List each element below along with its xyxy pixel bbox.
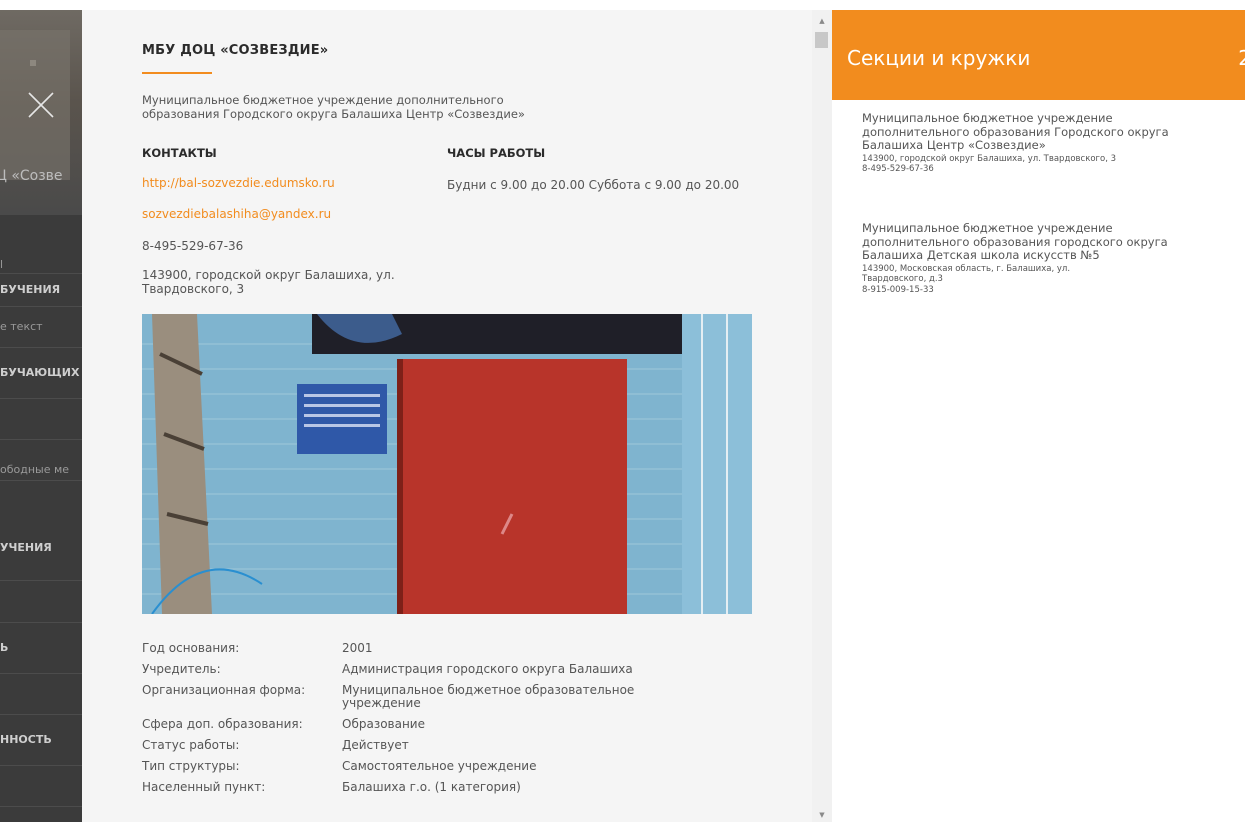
info-key: Тип структуры: <box>142 759 240 773</box>
info-value: Самостоятельное учреждение <box>342 759 537 773</box>
background-menu-item: Ь <box>0 623 82 674</box>
section-org-address: 143900, городской округ Балашиха, ул. Тв… <box>862 153 1117 164</box>
address-text: 143900, городской округ Балашиха, ул. Тв… <box>142 268 395 296</box>
phone-text: 8-495-529-67-36 <box>142 239 244 253</box>
info-row: Год основания: 2001 <box>142 642 762 655</box>
info-value: Администрация городского округа Балашиха <box>342 662 633 676</box>
background-menu-item: НН​ОСТЬ <box>0 715 82 766</box>
scroll-thumb[interactable] <box>815 32 828 48</box>
info-key: Организационная форма: <box>142 683 306 697</box>
background-hero-title: Ц «Созве <box>0 168 63 184</box>
section-org-name: Муниципальное бюджетное учреждение допол… <box>862 111 1169 152</box>
title-underline <box>142 72 212 74</box>
info-row: Населенный пункт: Балашиха г.о. (1 катег… <box>142 781 762 794</box>
section-list-item[interactable]: Муниципальное бюджетное учреждение допол… <box>862 111 1202 175</box>
close-icon[interactable] <box>26 90 56 120</box>
section-list-item[interactable]: Муниципальное бюджетное учреждение допол… <box>862 221 1202 295</box>
info-key: Населенный пункт: <box>142 780 266 794</box>
info-row: Учредитель: Администрация городского окр… <box>142 663 762 676</box>
section-org-phone: 8-495-529-67-36 <box>862 164 934 174</box>
info-value: 2001 <box>342 641 373 655</box>
info-row: Организационная форма: Муниципальное бюд… <box>142 684 762 710</box>
background-menu-item: l <box>0 215 82 274</box>
info-key: Статус работы: <box>142 738 240 752</box>
section-org-phone: 8-915-009-15-33 <box>862 284 934 295</box>
background-menu-item <box>0 582 82 623</box>
info-value: Образование <box>342 717 425 731</box>
section-org-address: 143900, Московская область, г. Балашиха,… <box>862 263 1071 285</box>
hours-text: Будни с 9.00 до 20.00 Суббота с 9.00 до … <box>447 178 740 192</box>
background-menu-item <box>0 766 82 807</box>
info-key: Сфера доп. образования: <box>142 717 303 731</box>
background-menu-item: УЧЕНИЯ <box>0 481 82 581</box>
sections-count: 2 <box>1238 46 1245 70</box>
info-value: Действует <box>342 738 409 752</box>
info-key: Год основания: <box>142 641 240 655</box>
info-value: Балашиха г.о. (1 категория) <box>342 780 521 794</box>
organization-modal: МБУ ДОЦ «СОЗВЕЗДИЕ» Муниципальное бюджет… <box>82 10 822 822</box>
info-row: Сфера доп. образования: Образование <box>142 718 762 731</box>
modal-title: МБУ ДОЦ «СОЗВЕЗДИЕ» <box>142 43 329 58</box>
info-row: Тип структуры: Самостоятельное учреждени… <box>142 760 762 773</box>
background-menu-item <box>0 674 82 715</box>
background-menu-item: БУЧЕНИЯ <box>0 274 82 307</box>
modal-scrollbar[interactable]: ▲ ▼ <box>812 10 832 822</box>
background-menu-item: БУЧАЮЩИХ <box>0 348 82 399</box>
info-row: Статус работы: Действует <box>142 739 762 752</box>
info-key: Учредитель: <box>142 662 221 676</box>
organization-full-name: Муниципальное бюджетное учреждение допол… <box>142 93 525 121</box>
scroll-down-arrow-icon[interactable]: ▼ <box>812 808 832 822</box>
sections-panel: Секции и кружки 2 Муниципальное бюджетно… <box>832 10 1245 822</box>
info-value: Муниципальное бюджетное образовательное … <box>342 683 635 710</box>
sections-panel-title: Секции и кружки <box>847 46 1031 70</box>
email-link[interactable]: sozvezdiebalashiha@yandex.ru <box>142 207 331 221</box>
background-menu-item: ободные ме <box>0 440 82 481</box>
section-org-name: Муниципальное бюджетное учреждение допол… <box>862 221 1168 262</box>
background-menu-item <box>0 399 82 440</box>
contacts-heading: КОНТАКТЫ <box>142 146 217 160</box>
organization-photo <box>142 314 752 614</box>
website-link[interactable]: http://bal-sozvezdie.edumsko.ru <box>142 176 335 190</box>
scroll-up-arrow-icon[interactable]: ▲ <box>812 14 832 28</box>
background-page: Ц «Созве l БУЧЕНИЯ е текст БУЧАЮЩИХ обод… <box>0 10 82 822</box>
hours-heading: ЧАСЫ РАБОТЫ <box>447 146 546 160</box>
organization-info-table: Год основания: 2001 Учредитель: Админист… <box>142 642 762 802</box>
background-menu-item: е текст <box>0 307 82 348</box>
sections-panel-header: Секции и кружки 2 <box>832 10 1245 100</box>
